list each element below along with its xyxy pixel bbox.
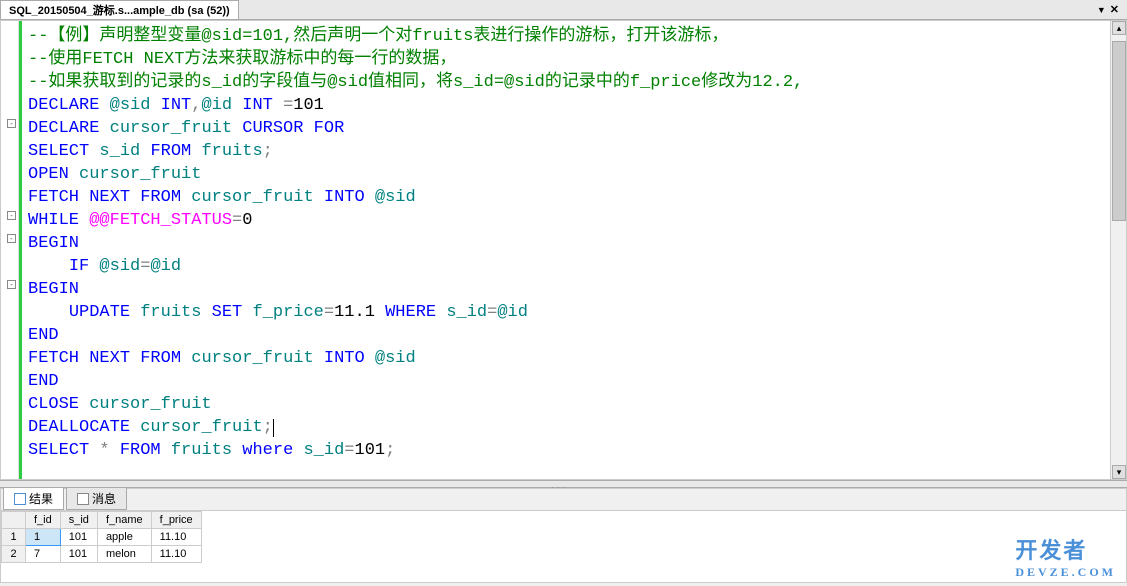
table-cell[interactable]: melon xyxy=(97,546,151,563)
column-header[interactable]: s_id xyxy=(60,512,97,529)
code-line: BEGIN xyxy=(28,232,1104,255)
code-line: --使用FETCH NEXT方法来获取游标中的每一行的数据， xyxy=(28,48,1104,71)
code-line: BEGIN xyxy=(28,278,1104,301)
close-icon[interactable]: ✕ xyxy=(1110,3,1119,16)
tab-controls: ▼ ✕ xyxy=(1089,3,1127,16)
code-line: --【例】声明整型变量@sid=101,然后声明一个对fruits表进行操作的游… xyxy=(28,25,1104,48)
tab-results[interactable]: 结果 xyxy=(3,487,64,510)
code-line: SELECT s_id FROM fruits; xyxy=(28,140,1104,163)
code-line: END xyxy=(28,370,1104,393)
code-line: DECLARE cursor_fruit CURSOR FOR xyxy=(28,117,1104,140)
code-line: FETCH NEXT FROM cursor_fruit INTO @sid xyxy=(28,347,1104,370)
column-header[interactable]: f_name xyxy=(97,512,151,529)
table-cell[interactable]: 11.10 xyxy=(151,546,201,563)
code-editor[interactable]: --【例】声明整型变量@sid=101,然后声明一个对fruits表进行操作的游… xyxy=(22,21,1110,479)
scroll-thumb[interactable] xyxy=(1112,41,1126,221)
row-number[interactable]: 1 xyxy=(2,529,26,546)
fold-marker[interactable]: - xyxy=(7,280,16,289)
code-line: FETCH NEXT FROM cursor_fruit INTO @sid xyxy=(28,186,1104,209)
fold-marker[interactable]: - xyxy=(7,119,16,128)
table-cell[interactable]: 101 xyxy=(60,546,97,563)
results-tabs: 结果 消息 xyxy=(1,489,1126,511)
code-line: DECLARE @sid INT,@id INT =101 xyxy=(28,94,1104,117)
splitter-handle-icon xyxy=(549,482,579,487)
results-table: f_ids_idf_namef_price 11101apple11.10271… xyxy=(1,511,202,563)
tab-bar: SQL_20150504_游标.s...ample_db (sa (52)) ▼… xyxy=(0,0,1127,20)
scroll-up-icon[interactable]: ▴ xyxy=(1112,21,1126,35)
row-header-blank xyxy=(2,512,26,529)
code-line: SELECT * FROM fruits where s_id=101; xyxy=(28,439,1104,462)
table-cell[interactable]: 7 xyxy=(26,546,61,563)
code-line: CLOSE cursor_fruit xyxy=(28,393,1104,416)
results-panel: 结果 消息 f_ids_idf_namef_price 11101apple11… xyxy=(0,488,1127,583)
editor-container: - - - - --【例】声明整型变量@sid=101,然后声明一个对fruits表进… xyxy=(0,20,1127,480)
column-header[interactable]: f_id xyxy=(26,512,61,529)
fold-column: - - - - xyxy=(5,21,19,479)
table-cell[interactable]: 1 xyxy=(26,529,61,546)
table-row[interactable]: 11101apple11.10 xyxy=(2,529,202,546)
tab-messages[interactable]: 消息 xyxy=(66,487,127,510)
document-tab[interactable]: SQL_20150504_游标.s...ample_db (sa (52)) xyxy=(0,0,239,19)
grid-icon xyxy=(14,493,26,505)
message-icon xyxy=(77,493,89,505)
row-number[interactable]: 2 xyxy=(2,546,26,563)
table-cell[interactable]: apple xyxy=(97,529,151,546)
table-cell[interactable]: 101 xyxy=(60,529,97,546)
tab-dropdown-icon[interactable]: ▼ xyxy=(1097,5,1106,15)
fold-marker[interactable]: - xyxy=(7,211,16,220)
code-line: IF @sid=@id xyxy=(28,255,1104,278)
code-line: UPDATE fruits SET f_price=11.1 WHERE s_i… xyxy=(28,301,1104,324)
code-line: OPEN cursor_fruit xyxy=(28,163,1104,186)
tab-messages-label: 消息 xyxy=(92,490,116,507)
tab-results-label: 结果 xyxy=(29,490,53,507)
code-line: DEALLOCATE cursor_fruit; xyxy=(28,416,1104,439)
table-row[interactable]: 27101melon11.10 xyxy=(2,546,202,563)
scroll-down-icon[interactable]: ▾ xyxy=(1112,465,1126,479)
code-line: WHILE @@FETCH_STATUS=0 xyxy=(28,209,1104,232)
code-line: --如果获取到的记录的s_id的字段值与@sid值相同，将s_id=@sid的记… xyxy=(28,71,1104,94)
results-grid[interactable]: f_ids_idf_namef_price 11101apple11.10271… xyxy=(1,511,1126,582)
column-header[interactable]: f_price xyxy=(151,512,201,529)
code-line: END xyxy=(28,324,1104,347)
fold-marker[interactable]: - xyxy=(7,234,16,243)
vertical-scrollbar[interactable]: ▴ ▾ xyxy=(1110,21,1126,479)
splitter[interactable] xyxy=(0,480,1127,488)
table-cell[interactable]: 11.10 xyxy=(151,529,201,546)
